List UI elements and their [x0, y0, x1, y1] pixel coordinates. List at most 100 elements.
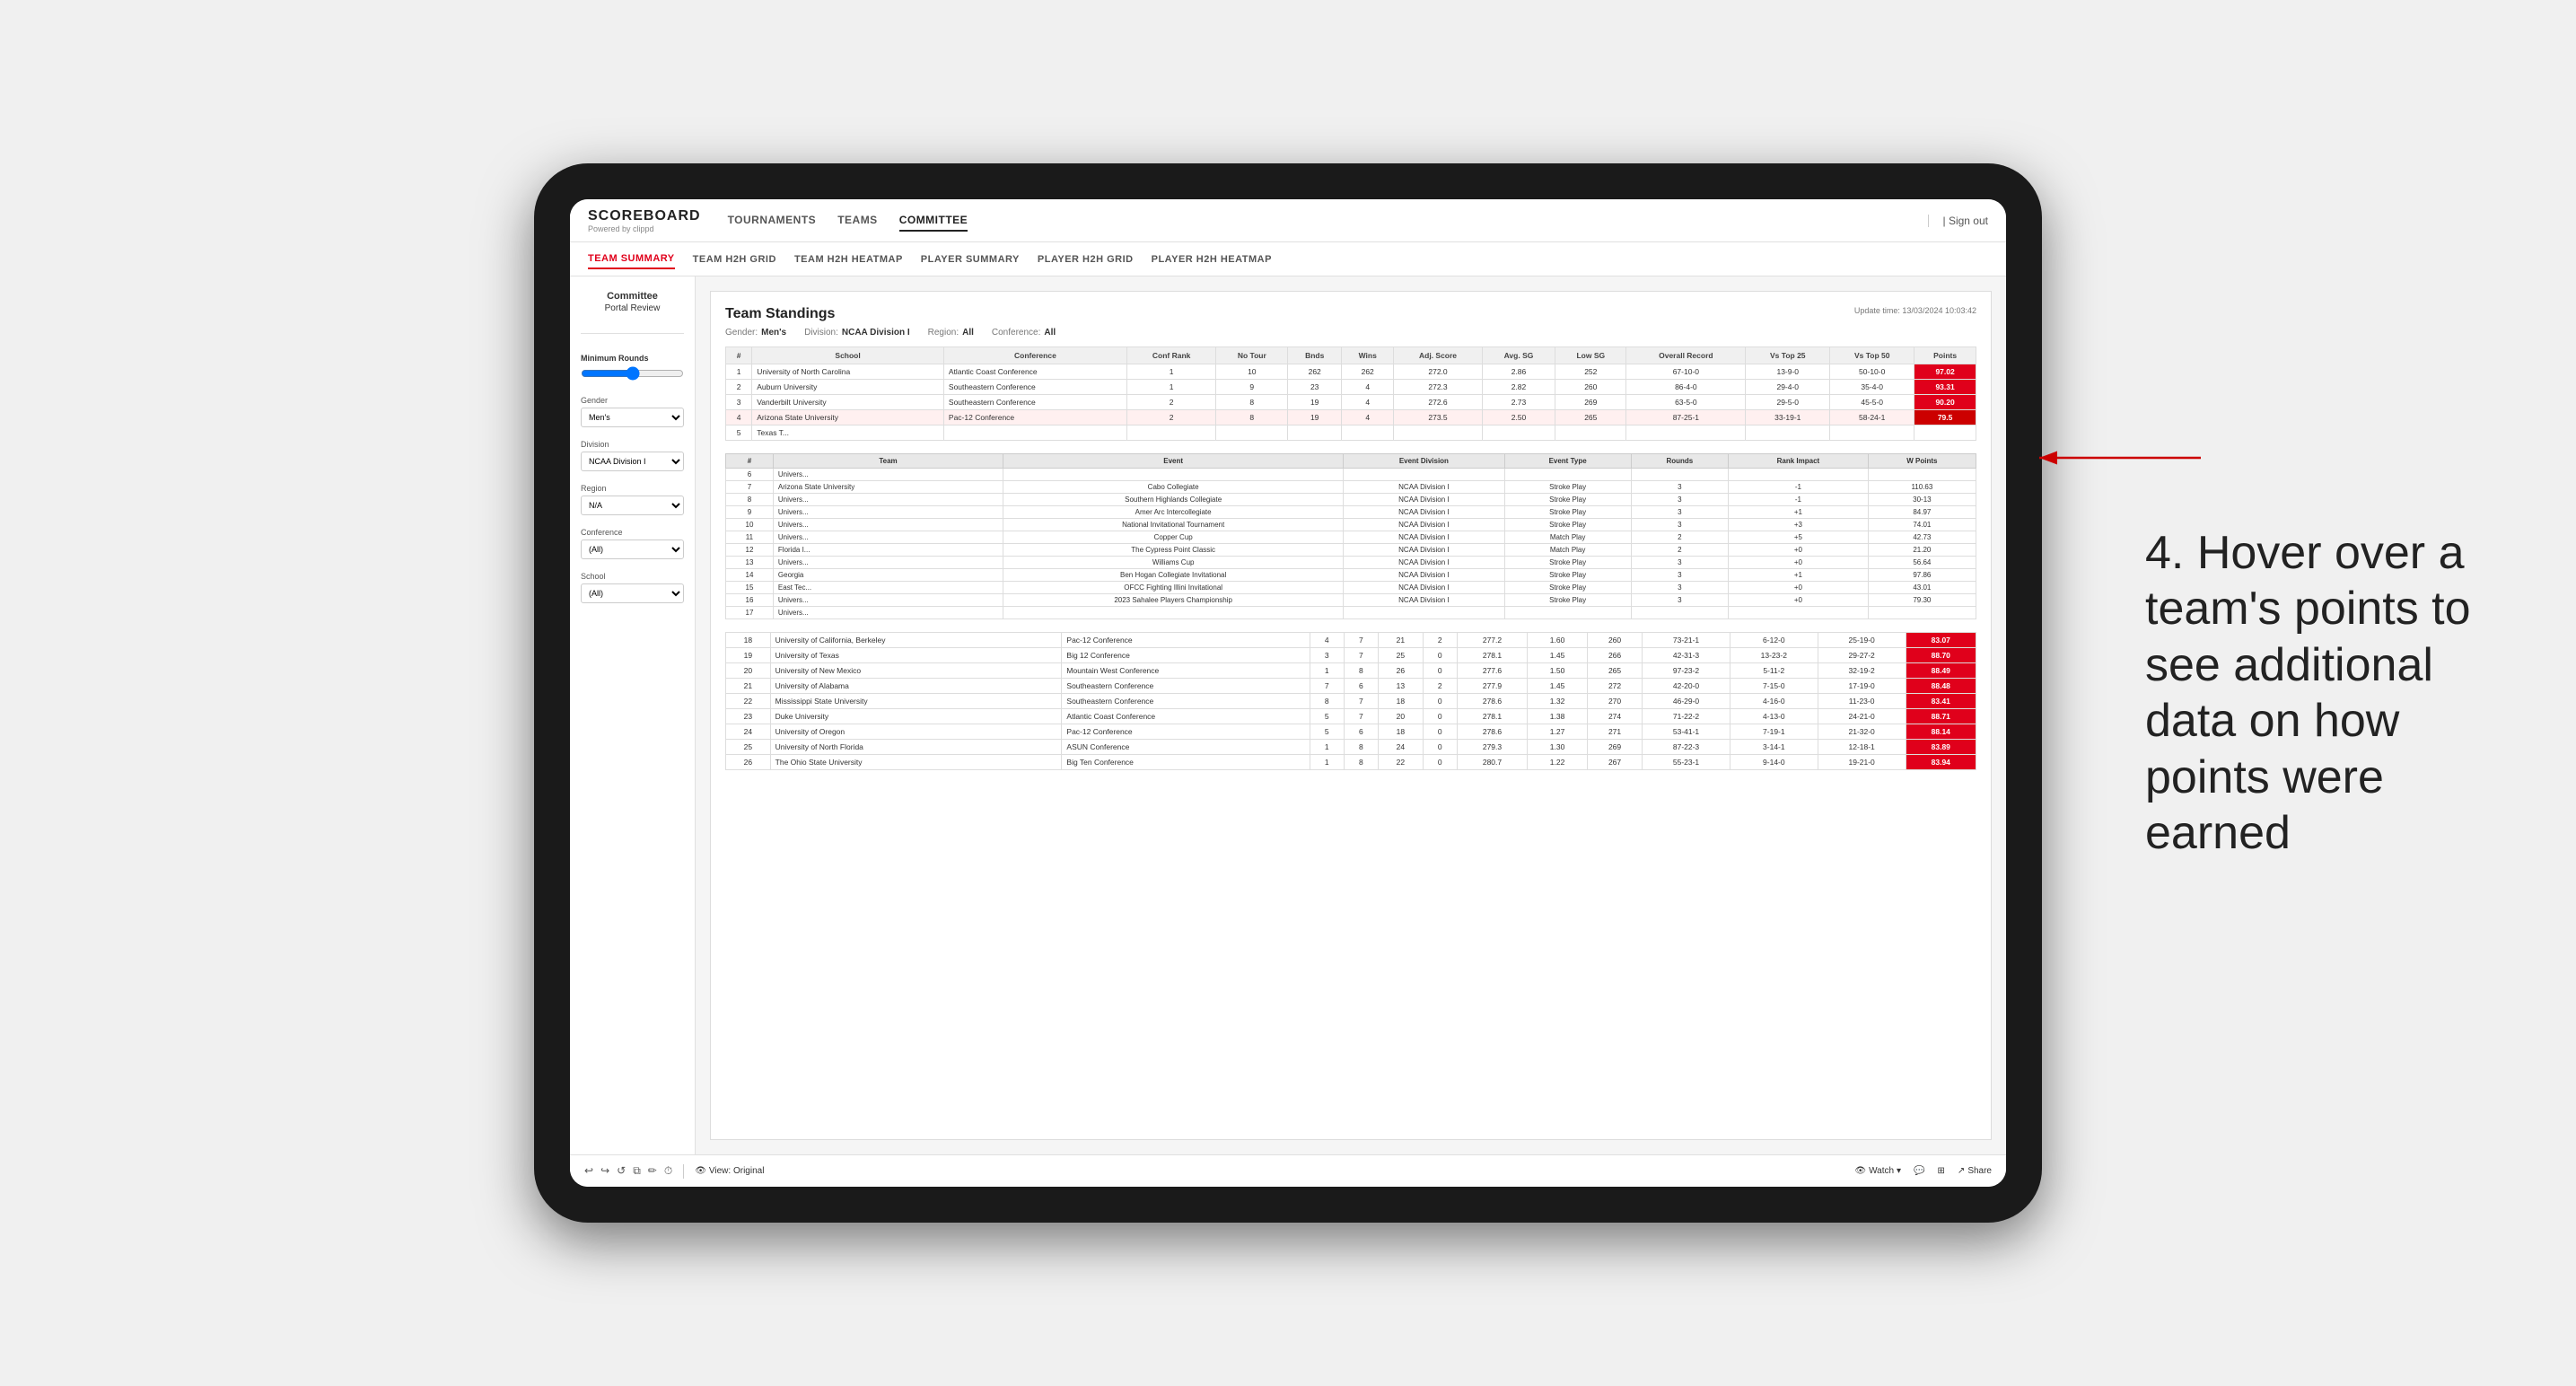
col-vs25: Vs Top 25 — [1746, 347, 1830, 364]
col-conference: Conference — [943, 347, 1126, 364]
edit-icon[interactable]: ✏ — [648, 1164, 657, 1178]
table-row[interactable]: 26 The Ohio State University Big Ten Con… — [726, 755, 1976, 770]
table-row[interactable]: 20 University of New Mexico Mountain Wes… — [726, 663, 1976, 679]
tooltip-row[interactable]: 6Univers... — [726, 469, 1976, 481]
tooltip-col-impact: Rank Impact — [1729, 454, 1869, 469]
clock-icon[interactable]: ⏱ — [664, 1164, 672, 1178]
tooltip-row[interactable]: 9Univers...Amer Arc IntercollegiateNCAA … — [726, 506, 1976, 519]
col-points: Points — [1914, 347, 1976, 364]
copy-icon[interactable]: ⧉ — [633, 1164, 641, 1178]
nav-tournaments[interactable]: TOURNAMENTS — [728, 210, 817, 232]
table-row[interactable]: 23 Duke University Atlantic Coast Confer… — [726, 709, 1976, 724]
region-label: Region — [581, 484, 684, 493]
table-row[interactable]: 21 University of Alabama Southeastern Co… — [726, 679, 1976, 694]
report-filters: Gender: Men's Division: NCAA Division I … — [725, 328, 1056, 338]
main-nav: TOURNAMENTS TEAMS COMMITTEE — [728, 210, 1928, 232]
col-tours: No Tour — [1216, 347, 1288, 364]
grid-icon: ⊞ — [1938, 1166, 1945, 1176]
report-header: Team Standings Gender: Men's Division: N… — [725, 306, 1976, 338]
toolbar-right: 👁 Watch ▾ 💬 ⊞ ↗ Share — [1854, 1166, 1992, 1176]
annotation-text: 4. Hover over a team's points to see add… — [2145, 525, 2522, 861]
min-rounds-label: Minimum Rounds — [581, 354, 684, 363]
tooltip-col-wpoints: W Points — [1868, 454, 1976, 469]
redo-icon[interactable]: ↪ — [600, 1164, 609, 1178]
sidebar: Committee Portal Review Minimum Rounds G… — [570, 276, 696, 1154]
committee-title: Committee — [581, 291, 684, 302]
subnav-team-h2h-heatmap[interactable]: TEAM H2H HEATMAP — [794, 250, 903, 268]
division-label: Division — [581, 440, 684, 449]
division-select[interactable]: NCAA Division I — [581, 452, 684, 471]
table-row[interactable]: 24 University of Oregon Pac-12 Conferenc… — [726, 724, 1976, 740]
nav-committee[interactable]: COMMITTEE — [899, 210, 968, 232]
tooltip-row[interactable]: 8Univers...Southern Highlands Collegiate… — [726, 494, 1976, 506]
tooltip-row[interactable]: 15East Tec...OFCC Fighting Illini Invita… — [726, 582, 1976, 594]
comment-icon: 💬 — [1914, 1166, 1924, 1176]
filter-region: Region: All — [928, 328, 974, 338]
gender-label: Gender — [581, 396, 684, 405]
tooltip-col-division: Event Division — [1344, 454, 1504, 469]
conference-select[interactable]: (All) — [581, 539, 684, 559]
tooltip-row[interactable]: 17Univers... — [726, 607, 1976, 619]
tooltip-row[interactable]: 14GeorgiaBen Hogan Collegiate Invitation… — [726, 569, 1976, 582]
red-arrow — [2021, 440, 2219, 476]
table-row-highlighted[interactable]: 4 Arizona State University Pac-12 Confer… — [726, 410, 1976, 425]
sign-out-link[interactable]: | Sign out — [1928, 215, 1989, 227]
tablet-screen: SCOREBOARD Powered by clippd TOURNAMENTS… — [570, 199, 2006, 1187]
share-btn[interactable]: ↗ Share — [1958, 1166, 1992, 1176]
nav-teams[interactable]: TEAMS — [837, 210, 878, 232]
toolbar-icons-left: ↩ ↪ ↺ ⧉ ✏ ⏱ — [584, 1164, 672, 1178]
table-row[interactable]: 19 University of Texas Big 12 Conference… — [726, 648, 1976, 663]
tooltip-row[interactable]: 11Univers...Copper CupNCAA Division IMat… — [726, 531, 1976, 544]
school-label: School — [581, 572, 684, 581]
subnav-player-summary[interactable]: PLAYER SUMMARY — [921, 250, 1020, 268]
region-select[interactable]: N/A — [581, 496, 684, 515]
col-avg-sg: Avg. SG — [1482, 347, 1555, 364]
table-row[interactable]: 3 Vanderbilt University Southeastern Con… — [726, 395, 1976, 410]
tablet-device: SCOREBOARD Powered by clippd TOURNAMENTS… — [534, 163, 2042, 1223]
table-row[interactable]: 25 University of North Florida ASUN Conf… — [726, 740, 1976, 755]
table-row[interactable]: 22 Mississippi State University Southeas… — [726, 694, 1976, 709]
tooltip-row[interactable]: 13Univers...Williams CupNCAA Division IS… — [726, 557, 1976, 569]
table-row[interactable]: 1 University of North Carolina Atlantic … — [726, 364, 1976, 380]
gender-select[interactable]: Men's — [581, 408, 684, 427]
subnav-player-h2h-grid[interactable]: PLAYER H2H GRID — [1038, 250, 1134, 268]
col-wins: Wins — [1342, 347, 1394, 364]
tooltip-row[interactable]: 10Univers...National Invitational Tourna… — [726, 519, 1976, 531]
tooltip-col-type: Event Type — [1504, 454, 1631, 469]
subnav-team-h2h-grid[interactable]: TEAM H2H GRID — [693, 250, 776, 268]
update-time: Update time: 13/03/2024 10:03:42 — [1854, 306, 1976, 315]
bottom-toolbar: ↩ ↪ ↺ ⧉ ✏ ⏱ 👁 View: Original 👁 Watch ▾ � — [570, 1154, 2006, 1187]
col-school: School — [752, 347, 944, 364]
sub-nav: TEAM SUMMARY TEAM H2H GRID TEAM H2H HEAT… — [570, 242, 2006, 276]
col-adj-score: Adj. Score — [1394, 347, 1483, 364]
tooltip-table: # Team Event Event Division Event Type R… — [725, 453, 1976, 619]
view-original-btn[interactable]: 👁 View: Original — [695, 1166, 764, 1176]
comment-btn[interactable]: 💬 — [1914, 1166, 1924, 1176]
logo-subtitle: Powered by clippd — [588, 224, 701, 233]
standings-table-bottom: 18 University of California, Berkeley Pa… — [725, 632, 1976, 770]
reset-icon[interactable]: ↺ — [617, 1164, 626, 1178]
undo-icon[interactable]: ↩ — [584, 1164, 593, 1178]
filter-division: Division: NCAA Division I — [804, 328, 910, 338]
watch-chevron-icon: ▾ — [1897, 1166, 1901, 1176]
grid-btn[interactable]: ⊞ — [1938, 1166, 1945, 1176]
main-content: Team Standings Gender: Men's Division: N… — [696, 276, 2006, 1154]
tooltip-col-event: Event — [1003, 454, 1344, 469]
annotation-area: 4. Hover over a team's points to see add… — [2145, 525, 2522, 861]
watch-btn[interactable]: 👁 Watch ▾ — [1854, 1166, 1901, 1176]
report-title: Team Standings — [725, 306, 1056, 322]
min-rounds-slider[interactable] — [581, 366, 684, 381]
tooltip-col-rank: # — [726, 454, 774, 469]
table-row[interactable]: 5 Texas T... — [726, 425, 1976, 441]
subnav-player-h2h-heatmap[interactable]: PLAYER H2H HEATMAP — [1152, 250, 1272, 268]
table-row[interactable]: 18 University of California, Berkeley Pa… — [726, 633, 1976, 648]
school-select[interactable]: (All) — [581, 583, 684, 603]
subnav-team-summary[interactable]: TEAM SUMMARY — [588, 250, 675, 269]
logo-title: SCOREBOARD — [588, 208, 701, 224]
app-header: SCOREBOARD Powered by clippd TOURNAMENTS… — [570, 199, 2006, 242]
tooltip-row[interactable]: 7Arizona State UniversityCabo Collegiate… — [726, 481, 1976, 494]
tooltip-row[interactable]: 12Florida I...The Cypress Point ClassicN… — [726, 544, 1976, 557]
table-row[interactable]: 2 Auburn University Southeastern Confere… — [726, 380, 1976, 395]
tooltip-row[interactable]: 16Univers...2023 Sahalee Players Champio… — [726, 594, 1976, 607]
filter-gender: Gender: Men's — [725, 328, 786, 338]
